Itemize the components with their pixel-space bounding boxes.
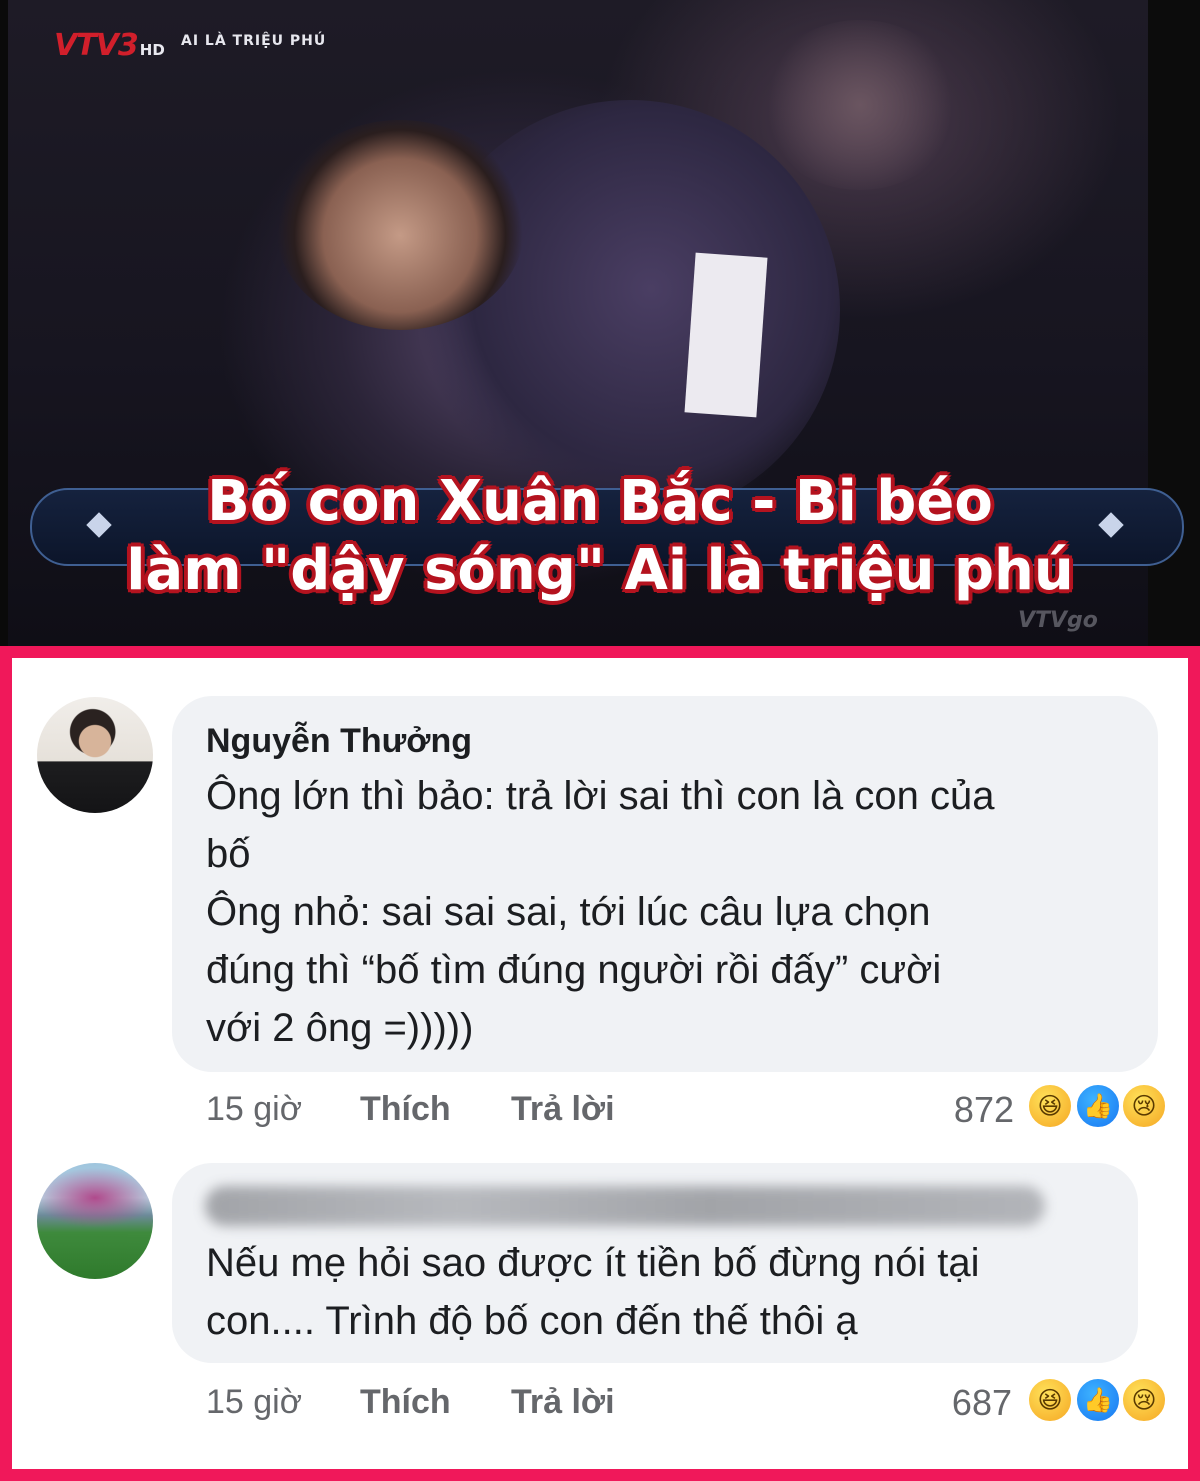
answer-card <box>684 252 768 418</box>
comment-text: Ông lớn thì bảo: trả lời sai thì con là … <box>206 774 995 1050</box>
show-name: AI LÀ TRIỆU PHÚ <box>181 33 327 49</box>
haha-icon: 😆 <box>1027 1083 1073 1129</box>
sad-icon: 😢 <box>1121 1377 1167 1423</box>
reply-button[interactable]: Trả lời <box>511 1383 615 1422</box>
reply-button[interactable]: Trả lời <box>511 1090 615 1129</box>
reaction-icons[interactable]: 😆 👍 😢 <box>1027 1083 1167 1131</box>
haha-icon: 😆 <box>1027 1377 1073 1423</box>
avatar[interactable] <box>37 697 153 813</box>
vtvgo-watermark: VTVgo <box>1018 608 1098 633</box>
channel-logo-text: VTV3 <box>54 28 139 63</box>
video-screenshot: VTV3 HD AI LÀ TRIỆU PHÚ VTVgo Bố con Xuân… <box>0 0 1200 646</box>
vtv3-logo: VTV3 HD <box>54 28 165 63</box>
like-button[interactable]: Thích <box>360 1090 451 1129</box>
comment-time[interactable]: 15 giờ <box>206 1383 302 1422</box>
reaction-icons[interactable]: 😆 👍 😢 <box>1027 1377 1167 1425</box>
like-icon: 👍 <box>1075 1083 1121 1129</box>
like-button[interactable]: Thích <box>360 1383 451 1422</box>
comment-author-blurred <box>205 1186 1045 1226</box>
audience-silhouette <box>760 20 960 190</box>
comment-text: Nếu mẹ hỏi sao được ít tiền bố đừng nói … <box>206 1241 980 1343</box>
headline-line-1: Bố con Xuân Bắc - Bi béo <box>207 469 993 534</box>
channel-hd-text: HD <box>139 41 165 59</box>
reaction-count[interactable]: 872 <box>914 1089 1014 1131</box>
avatar[interactable] <box>37 1163 153 1279</box>
reaction-count[interactable]: 687 <box>912 1382 1012 1424</box>
headline-line-2: làm "dậy sóng" Ai là triệu phú <box>126 538 1074 603</box>
comment-time[interactable]: 15 giờ <box>206 1090 302 1129</box>
child-head <box>275 120 525 330</box>
comment-author[interactable]: Nguyễn Thưởng <box>206 722 472 761</box>
sad-icon: 😢 <box>1121 1083 1167 1129</box>
like-icon: 👍 <box>1075 1377 1121 1423</box>
